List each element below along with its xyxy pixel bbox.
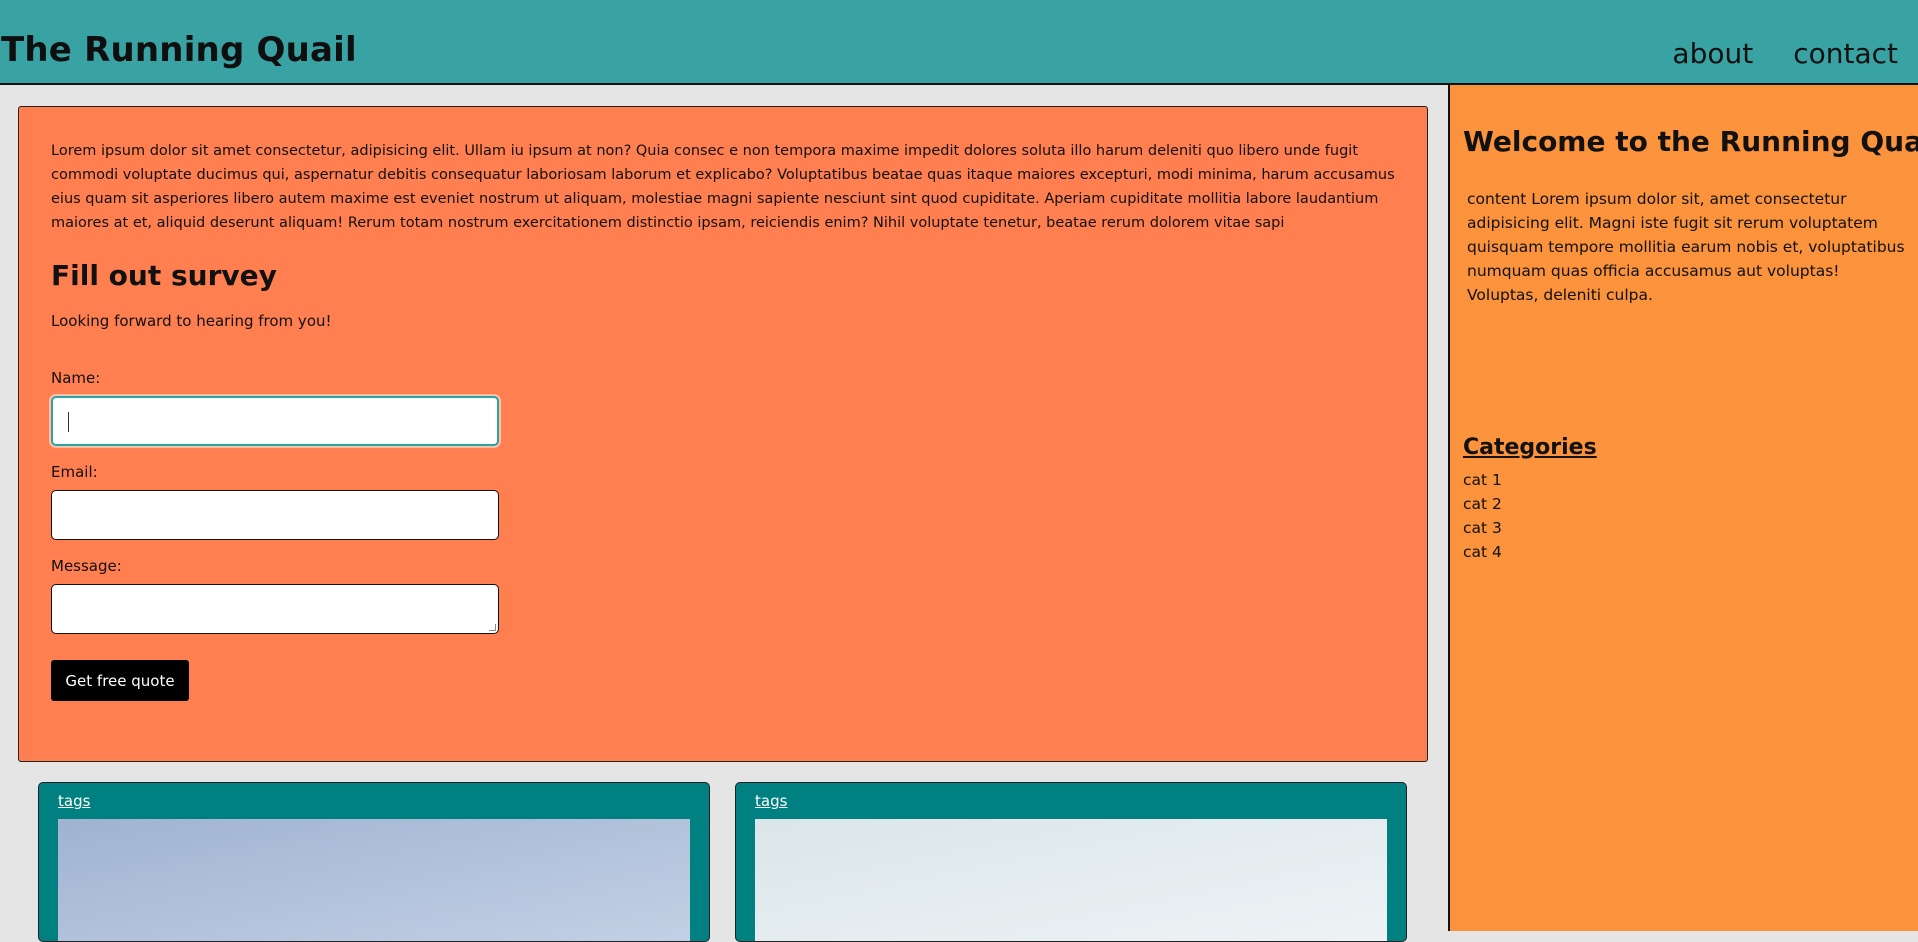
name-input[interactable] [51,396,499,446]
category-item[interactable]: cat 3 [1463,516,1502,540]
email-label: Email: [51,463,98,481]
text-caret [68,412,69,432]
name-label: Name: [51,369,101,387]
category-list: cat 1 cat 2 cat 3 cat 4 [1463,468,1502,564]
post-image [58,819,690,941]
nav-about-link[interactable]: about [1672,37,1753,70]
post-card: tags [735,782,1407,942]
main-nav: about contact [1672,37,1898,70]
email-input[interactable] [51,490,499,540]
welcome-text: content Lorem ipsum dolor sit, amet cons… [1467,190,1905,304]
intro-text: Lorem ipsum dolor sit amet consectetur, … [51,143,1395,231]
tags-link[interactable]: tags [58,792,90,810]
resize-handle-icon[interactable] [489,624,496,631]
site-header: The Running Quail about contact [0,0,1918,85]
sidebar: Welcome to the Running Quail! content Lo… [1448,85,1918,931]
survey-subtitle: Looking forward to hearing from you! [51,312,332,330]
get-free-quote-button[interactable]: Get free quote [51,660,189,701]
nav-contact-link[interactable]: contact [1793,37,1898,70]
category-item[interactable]: cat 2 [1463,492,1502,516]
category-item[interactable]: cat 4 [1463,540,1502,564]
category-item[interactable]: cat 1 [1463,468,1502,492]
post-image [755,819,1387,941]
survey-title: Fill out survey [51,259,277,292]
welcome-title: Welcome to the Running Quail! [1463,125,1918,158]
message-textarea[interactable] [51,584,499,634]
post-card: tags [38,782,710,942]
categories-title: Categories [1463,435,1597,460]
survey-card: Lorem ipsum dolor sit amet consectetur, … [18,106,1428,762]
message-label: Message: [51,557,122,575]
site-title[interactable]: The Running Quail [1,30,357,70]
tags-link[interactable]: tags [755,792,787,810]
